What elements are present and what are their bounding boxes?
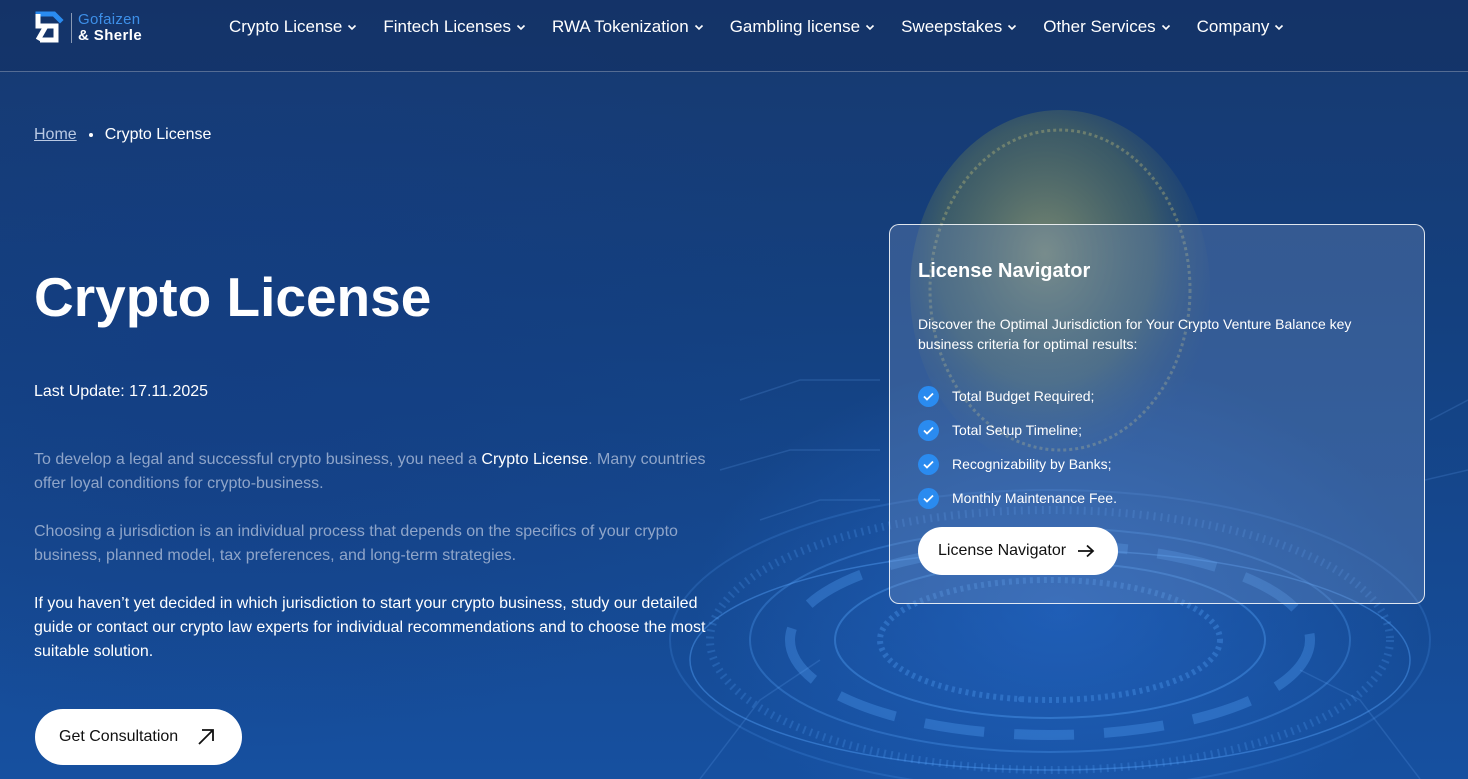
intro-highlight: Crypto License: [481, 451, 589, 468]
nav-item-sweepstakes[interactable]: Sweepstakes: [901, 16, 1017, 38]
site-header: Gofaizen & Sherle Crypto License Fintech…: [0, 0, 1468, 72]
list-item: Total Setup Timeline;: [918, 413, 1117, 447]
license-navigator-button[interactable]: License Navigator: [918, 527, 1118, 575]
card-description: Discover the Optimal Jurisdiction for Yo…: [918, 316, 1352, 352]
check-circle-icon: [918, 487, 939, 509]
nav-item-gambling-license[interactable]: Gambling license: [730, 16, 875, 38]
arrow-right-icon: [1078, 544, 1095, 558]
criteria-label: Total Budget Required;: [952, 388, 1095, 404]
chevron-down-icon: [1275, 24, 1284, 31]
chevron-down-icon: [694, 24, 703, 31]
brand-name-line2: & Sherle: [78, 27, 143, 44]
jurisdiction-paragraph: Choosing a jurisdiction is an individual…: [34, 523, 678, 564]
last-update-text: Last Update: 17.11.2025: [34, 383, 209, 400]
logo-divider: [71, 13, 72, 43]
criteria-label: Total Setup Timeline;: [952, 422, 1082, 438]
nav-item-crypto-license[interactable]: Crypto License: [229, 16, 357, 38]
list-item: Monthly Maintenance Fee.: [918, 481, 1117, 515]
nav-item-label: Gambling license: [729, 17, 861, 36]
license-navigator-card: License Navigator Discover the Optimal J…: [889, 224, 1425, 604]
chevron-down-icon: [1008, 24, 1017, 31]
arrow-up-right-icon: [198, 729, 215, 745]
breadcrumb-current: Crypto License: [104, 126, 212, 143]
breadcrumb-separator: [88, 133, 93, 137]
list-item: Recognizability by Banks;: [918, 447, 1117, 481]
nav-item-other-services[interactable]: Other Services: [1043, 16, 1170, 38]
card-title: License Navigator: [918, 260, 1091, 282]
nav-item-label: Company: [1196, 17, 1270, 36]
brand-name-line1: Gofaizen: [78, 11, 141, 28]
license-navigator-button-label: License Navigator: [938, 542, 1067, 559]
chevron-down-icon: [866, 24, 875, 31]
page-title: Crypto License: [34, 266, 432, 328]
intro-text-start: To develop a legal and successful crypto…: [34, 451, 482, 468]
nav-item-rwa-tokenization[interactable]: RWA Tokenization: [552, 16, 704, 38]
criteria-list: Total Budget Required; Total Setup Timel…: [918, 379, 1117, 515]
nav-item-fintech-licenses[interactable]: Fintech Licenses: [383, 16, 526, 38]
criteria-label: Recognizability by Banks;: [952, 456, 1112, 472]
nav-item-company[interactable]: Company: [1197, 16, 1285, 38]
chevron-down-icon: [348, 24, 357, 31]
check-circle-icon: [918, 453, 939, 475]
chevron-down-icon: [1161, 24, 1170, 31]
nav-item-label: Sweepstakes: [901, 17, 1003, 36]
gofaizen-logo-icon: [35, 11, 64, 43]
breadcrumb-home-link[interactable]: Home: [34, 126, 77, 144]
brand-logo[interactable]: Gofaizen & Sherle: [34, 10, 164, 46]
check-circle-icon: [918, 419, 939, 441]
main-nav: Crypto License Fintech Licenses RWA Toke…: [229, 16, 1284, 38]
get-consultation-button[interactable]: Get Consultation: [35, 709, 242, 765]
chevron-down-icon: [516, 24, 526, 31]
breadcrumb: Home Crypto License: [34, 126, 211, 144]
guide-paragraph: If you haven’t yet decided in which juri…: [34, 595, 706, 660]
intro-paragraph: To develop a legal and successful crypto…: [34, 448, 724, 496]
nav-item-label: RWA Tokenization: [551, 17, 689, 36]
nav-item-label: Other Services: [1043, 17, 1156, 36]
check-circle-icon: [918, 385, 939, 407]
get-consultation-label: Get Consultation: [59, 728, 179, 745]
list-item: Total Budget Required;: [918, 379, 1117, 413]
nav-item-label: Fintech Licenses: [383, 17, 511, 36]
criteria-label: Monthly Maintenance Fee.: [952, 490, 1117, 506]
nav-item-label: Crypto License: [229, 17, 343, 36]
